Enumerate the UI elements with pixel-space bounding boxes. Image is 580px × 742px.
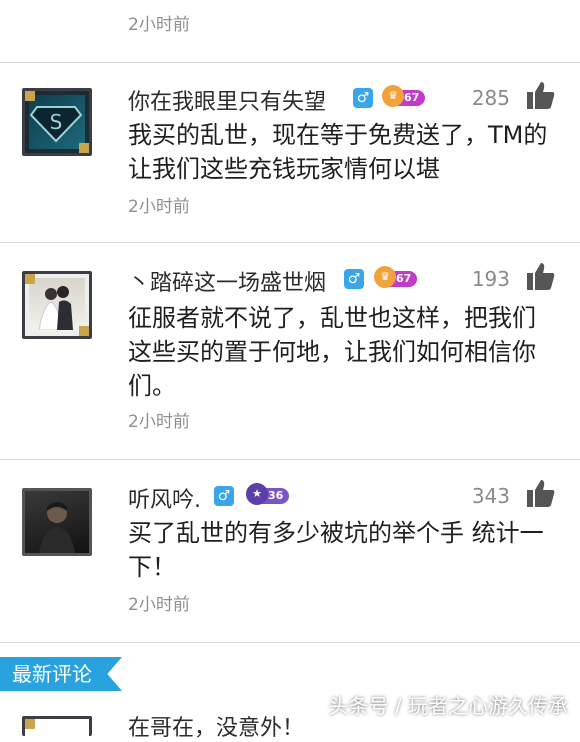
comment-time: 2小时前 bbox=[128, 197, 190, 217]
level-badge: ♛ 67 bbox=[374, 266, 418, 288]
latest-comments-tab[interactable]: 最新评论 bbox=[0, 657, 122, 691]
level-value: 36 bbox=[268, 489, 284, 502]
watermark: 头条号 / 玩者之心游久传承 bbox=[328, 694, 568, 718]
like-count: 193 bbox=[471, 267, 510, 291]
comment-text: 买了乱世的有多少被坑的举个手 统计一下！ bbox=[128, 519, 544, 581]
username[interactable]: 在哥在，没意外！ bbox=[128, 710, 304, 742]
username[interactable]: 听风吟. bbox=[128, 482, 201, 514]
level-value: 67 bbox=[404, 91, 420, 104]
level-value: 67 bbox=[396, 272, 412, 285]
frame-corner bbox=[25, 91, 35, 101]
username[interactable]: 丶踏碎这一场盛世烟 bbox=[128, 265, 326, 297]
frame-corner bbox=[25, 274, 35, 284]
frame-corner bbox=[25, 719, 35, 729]
comment-item: S 你在我眼里只有失望 ♂ ♛ 67 285 我买的乱世，现在等于免费送了，TM… bbox=[0, 62, 580, 242]
avatar[interactable] bbox=[22, 271, 92, 339]
thumbs-up-icon[interactable] bbox=[526, 478, 556, 508]
comment-time: 2小时前 bbox=[128, 595, 190, 615]
male-icon: ♂ bbox=[344, 269, 364, 289]
comment-text: 我买的乱世，现在等于免费送了，TM的 让我们这些充钱玩家情何以堪 bbox=[128, 121, 548, 183]
comment-text: 征服者就不说了，乱世也这样，把我们这些买的置于何地，让我们如何相信你们。 bbox=[128, 304, 536, 400]
star-icon: ★ bbox=[246, 483, 268, 505]
avatar[interactable] bbox=[22, 716, 92, 736]
svg-text:S: S bbox=[50, 110, 63, 134]
male-icon: ♂ bbox=[353, 88, 373, 108]
like-count: 343 bbox=[471, 484, 510, 508]
like-count: 285 bbox=[471, 86, 510, 110]
avatar[interactable]: S bbox=[22, 88, 92, 156]
crown-icon: ♛ bbox=[382, 85, 404, 107]
comment-time: 2小时前 bbox=[128, 15, 190, 35]
crown-icon: ♛ bbox=[374, 266, 396, 288]
male-icon: ♂ bbox=[214, 486, 234, 506]
level-badge: ♛ 67 bbox=[382, 85, 426, 107]
superman-logo-icon: S bbox=[29, 106, 83, 143]
comment-item: 听风吟. ♂ ★ 36 343 买了乱世的有多少被坑的举个手 统计一下！ 2小时… bbox=[0, 460, 580, 642]
comment-time: 2小时前 bbox=[128, 412, 190, 432]
frame-corner bbox=[79, 143, 89, 153]
thumbs-up-icon[interactable] bbox=[526, 80, 556, 110]
divider bbox=[0, 642, 580, 643]
person-photo-icon bbox=[39, 502, 75, 553]
thumbs-up-icon[interactable] bbox=[526, 261, 556, 291]
wedding-photo-icon bbox=[38, 286, 73, 331]
avatar[interactable] bbox=[22, 488, 92, 556]
comment-item: 丶踏碎这一场盛世烟 ♂ ♛ 67 193 征服者就不说了，乱世也这样，把我们这些… bbox=[0, 243, 580, 459]
username[interactable]: 你在我眼里只有失望 bbox=[128, 84, 326, 116]
frame-corner bbox=[79, 326, 89, 336]
level-badge: ★ 36 bbox=[246, 483, 290, 505]
